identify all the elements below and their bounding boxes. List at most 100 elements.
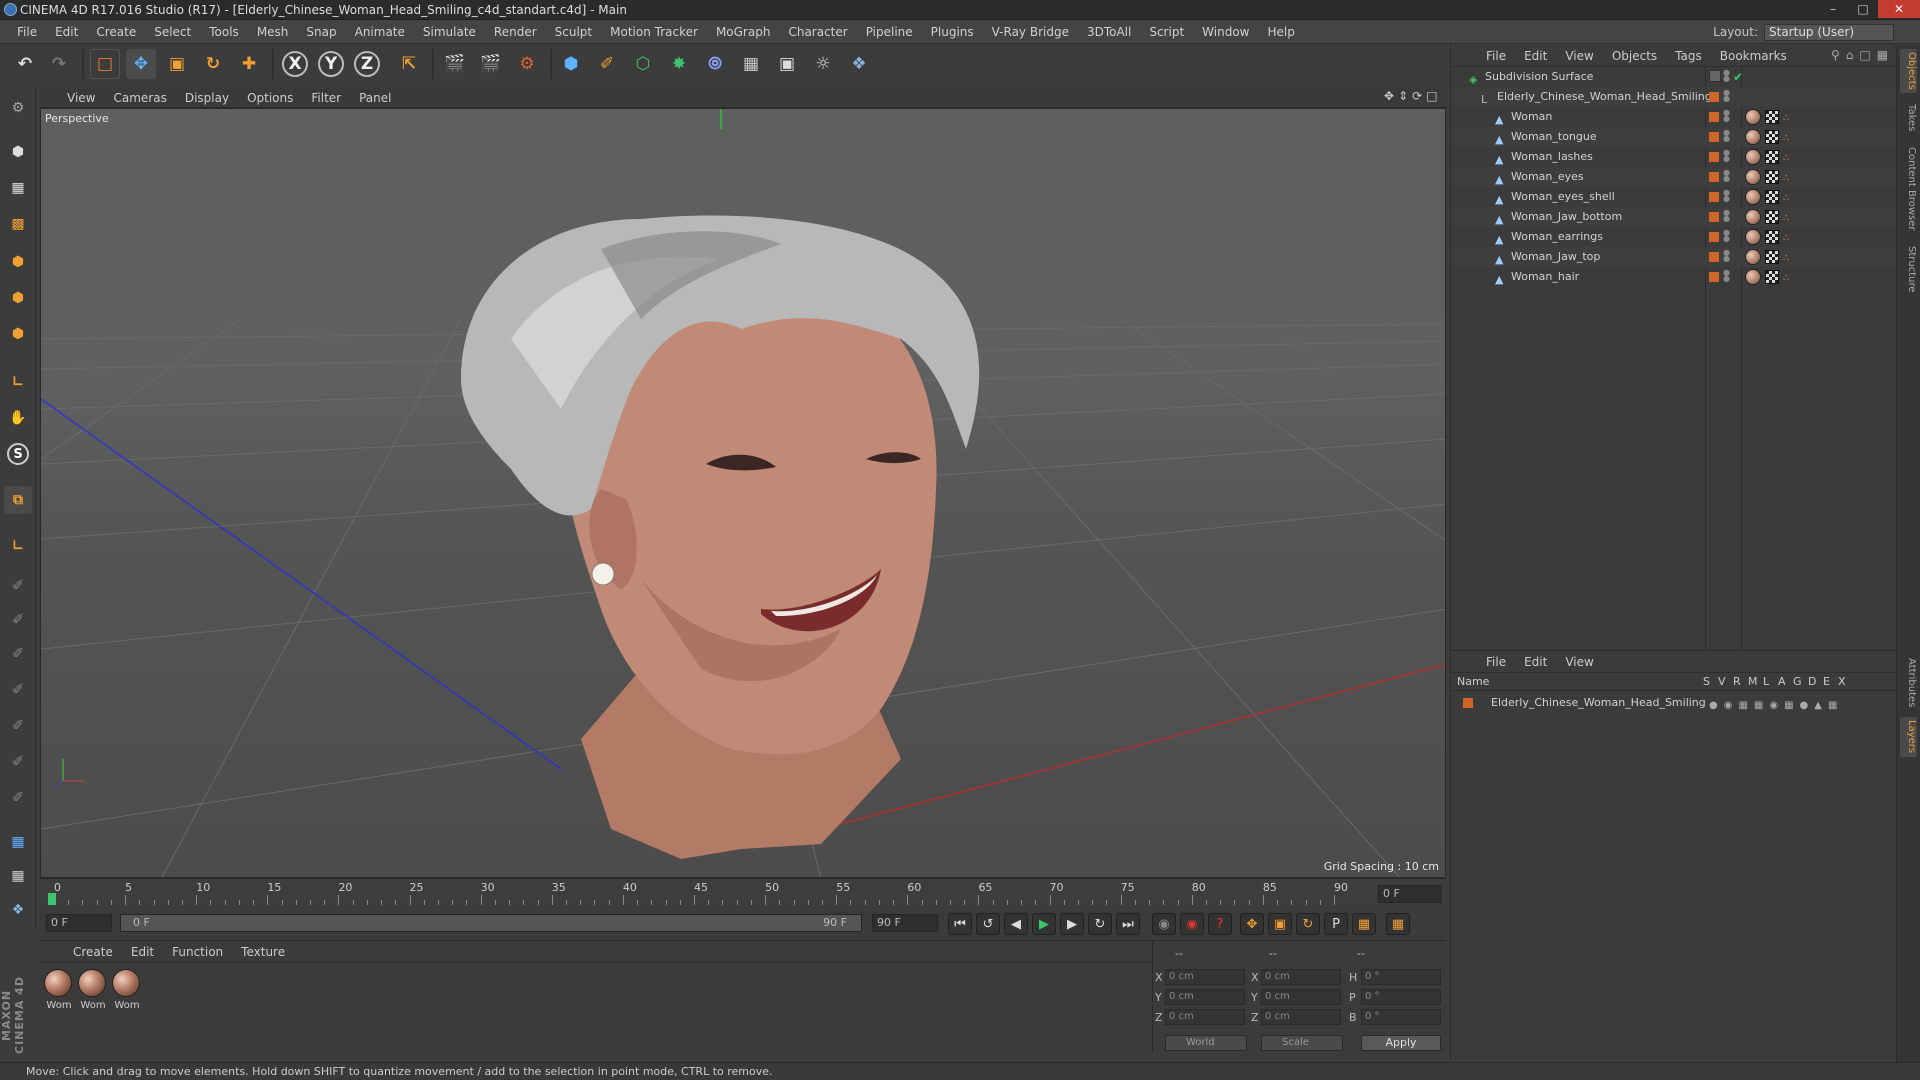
transform-tool-icon[interactable]: ✚ bbox=[234, 49, 264, 79]
menu-render[interactable]: Render bbox=[485, 25, 546, 39]
layer-column-g[interactable]: G bbox=[1793, 675, 1802, 688]
camera-icon[interactable]: ▣ bbox=[772, 49, 802, 79]
rotation-p-field[interactable]: 0 ° bbox=[1361, 989, 1441, 1005]
menu-snap[interactable]: Snap bbox=[297, 25, 345, 39]
y-axis-lock-icon[interactable]: Y bbox=[318, 51, 344, 77]
material-tag-icon[interactable] bbox=[1745, 249, 1761, 265]
object-row[interactable]: ▲ Woman_eyes_shell ● ● ∴ bbox=[1451, 187, 1897, 207]
sculpt-pull-icon[interactable]: ✐ bbox=[4, 606, 32, 634]
object-row[interactable]: ▲ Woman_Jaw_bottom ● ● ∴ bbox=[1451, 207, 1897, 227]
object-name[interactable]: Woman_Jaw_bottom bbox=[1511, 207, 1622, 227]
object-name[interactable]: Subdivision Surface bbox=[1485, 67, 1593, 87]
menu-script[interactable]: Script bbox=[1140, 25, 1193, 39]
layer-color-swatch[interactable] bbox=[1709, 252, 1719, 262]
layer-column-d[interactable]: D bbox=[1808, 675, 1816, 688]
next-frame-icon[interactable]: ▶ bbox=[1060, 913, 1084, 935]
visibility-dots-icon[interactable]: ● ● bbox=[1723, 89, 1730, 104]
size-mode-dropdown[interactable]: Scale bbox=[1261, 1035, 1343, 1051]
object-menu-file[interactable]: File bbox=[1477, 49, 1515, 63]
layer-color-swatch[interactable] bbox=[1709, 152, 1719, 162]
phong-tag-icon[interactable]: ∴ bbox=[1783, 129, 1797, 145]
phong-tag-icon[interactable]: ∴ bbox=[1783, 109, 1797, 125]
texture-tag-icon[interactable] bbox=[1765, 130, 1779, 144]
layer-color-swatch[interactable] bbox=[1709, 112, 1719, 122]
texture-tag-icon[interactable] bbox=[1765, 270, 1779, 284]
layer-color-swatch[interactable] bbox=[1709, 172, 1719, 182]
enabled-check-icon[interactable]: ✔ bbox=[1733, 67, 1743, 87]
timeline-ruler[interactable]: 0 5 10 15 20 25 30 35 40 45 50 55 60 65 70 75 80 85 90 0 F bbox=[40, 878, 1446, 908]
visibility-dots-icon[interactable]: ● ● bbox=[1723, 169, 1730, 184]
layout-dropdown[interactable]: Startup (User) bbox=[1764, 23, 1894, 41]
material-tag-icon[interactable] bbox=[1745, 229, 1761, 245]
texture-tag-icon[interactable] bbox=[1765, 190, 1779, 204]
menu-tools[interactable]: Tools bbox=[200, 25, 248, 39]
layer-toggle-icons[interactable]: ●◉▦▦◉▦●▲▦ bbox=[1709, 696, 1843, 716]
menu-help[interactable]: Help bbox=[1258, 25, 1303, 39]
spline-pen-icon[interactable]: ✐ bbox=[592, 49, 622, 79]
minimize-button[interactable]: – bbox=[1818, 0, 1848, 18]
timeline-window-icon[interactable]: ▦ bbox=[1386, 913, 1410, 935]
render-view-icon[interactable]: 🎬 bbox=[440, 49, 470, 79]
menu-mesh[interactable]: Mesh bbox=[248, 25, 298, 39]
layer-column-x[interactable]: X bbox=[1838, 675, 1846, 688]
cube-primitive-icon[interactable]: ⬢ bbox=[556, 49, 586, 79]
object-menu-tags[interactable]: Tags bbox=[1666, 49, 1711, 63]
z-axis-lock-icon[interactable]: Z bbox=[354, 51, 380, 77]
maximize-button[interactable]: □ bbox=[1848, 0, 1878, 18]
visibility-dots-icon[interactable]: ● ● bbox=[1723, 249, 1730, 264]
visibility-dots-icon[interactable]: ● ● bbox=[1723, 229, 1730, 244]
tab-takes[interactable]: Takes bbox=[1900, 101, 1917, 135]
move-tool-icon[interactable]: ✥ bbox=[126, 49, 156, 79]
viewport-menu-options[interactable]: Options bbox=[238, 91, 302, 105]
material-menu-texture[interactable]: Texture bbox=[232, 945, 294, 959]
menu-create[interactable]: Create bbox=[87, 25, 145, 39]
play-icon[interactable]: ▶ bbox=[1032, 913, 1056, 935]
sculpt-inflate-icon[interactable]: ✐ bbox=[4, 712, 32, 740]
material-tag-icon[interactable] bbox=[1745, 169, 1761, 185]
close-button[interactable]: ✕ bbox=[1878, 0, 1920, 18]
visibility-dots-icon[interactable]: ● ● bbox=[1723, 69, 1730, 84]
menu-edit[interactable]: Edit bbox=[46, 25, 87, 39]
layer-column-a[interactable]: A bbox=[1778, 675, 1786, 688]
orbit-icon[interactable]: ⟳ bbox=[1412, 89, 1422, 103]
menu-animate[interactable]: Animate bbox=[346, 25, 414, 39]
uv-grid-icon[interactable]: ▦ bbox=[4, 828, 32, 856]
key-parameter-icon[interactable]: P bbox=[1324, 913, 1348, 935]
menu-3dtoall[interactable]: 3DToAll bbox=[1078, 25, 1140, 39]
menu-motion-tracker[interactable]: Motion Tracker bbox=[601, 25, 707, 39]
layer-column-l[interactable]: L bbox=[1763, 675, 1769, 688]
render-to-picture-viewer-icon[interactable]: 🎬 bbox=[476, 49, 506, 79]
menu-simulate[interactable]: Simulate bbox=[414, 25, 485, 39]
deformer-icon[interactable]: ⦾ bbox=[700, 49, 730, 79]
layer-menu-file[interactable]: File bbox=[1477, 655, 1515, 669]
material-slot[interactable]: Wom bbox=[112, 969, 142, 1011]
go-to-end-icon[interactable]: ⏭ bbox=[1116, 913, 1140, 935]
model-mode-icon[interactable]: ⬢ bbox=[4, 138, 32, 166]
material-slot[interactable]: Wom bbox=[78, 969, 108, 1011]
material-tag-icon[interactable] bbox=[1745, 129, 1761, 145]
object-row[interactable]: ▲ Woman_earrings ● ● ∴ bbox=[1451, 227, 1897, 247]
visibility-dots-icon[interactable]: ● ● bbox=[1723, 209, 1730, 224]
texture-mode-icon[interactable]: ▦ bbox=[4, 174, 32, 202]
layer-menu-edit[interactable]: Edit bbox=[1515, 655, 1556, 669]
texture-tag-icon[interactable] bbox=[1765, 230, 1779, 244]
sculpt-brush-icon[interactable]: ✐ bbox=[4, 572, 32, 600]
paint-icon[interactable]: ▦ bbox=[4, 862, 32, 890]
viewport-menu-display[interactable]: Display bbox=[176, 91, 238, 105]
material-tag-icon[interactable] bbox=[1745, 269, 1761, 285]
python-script-icon[interactable]: ❖ bbox=[4, 896, 32, 924]
layer-column-m[interactable]: M bbox=[1748, 675, 1758, 688]
frame-range-slider[interactable]: 0 F 90 F bbox=[120, 914, 862, 932]
next-key-icon[interactable]: ↻ bbox=[1088, 913, 1112, 935]
pan-icon[interactable]: ✥ bbox=[1384, 89, 1394, 103]
object-row[interactable]: ▲ Woman_hair ● ● ∴ bbox=[1451, 267, 1897, 287]
magnet-icon[interactable]: ⧉ bbox=[4, 486, 32, 514]
material-slot[interactable]: Wom bbox=[44, 969, 74, 1011]
phong-tag-icon[interactable]: ∴ bbox=[1783, 169, 1797, 185]
menu-v-ray-bridge[interactable]: V-Ray Bridge bbox=[983, 25, 1078, 39]
scale-tool-icon[interactable]: ▣ bbox=[162, 49, 192, 79]
size-x-field[interactable]: 0 cm bbox=[1261, 969, 1341, 985]
autokey-icon[interactable]: ◉ bbox=[1180, 913, 1204, 935]
object-name[interactable]: Woman_lashes bbox=[1511, 147, 1593, 167]
size-z-field[interactable]: 0 cm bbox=[1261, 1009, 1341, 1025]
